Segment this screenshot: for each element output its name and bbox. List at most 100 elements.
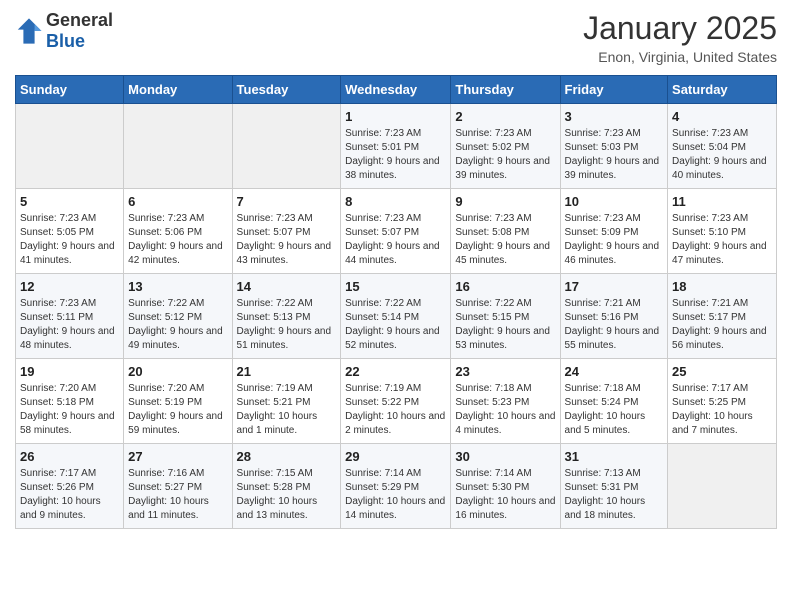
day-info: Sunrise: 7:17 AM Sunset: 5:26 PM Dayligh… — [20, 467, 119, 523]
day-info: Sunrise: 7:21 AM Sunset: 5:16 PM Dayligh… — [565, 297, 664, 353]
day-number: 11 — [672, 194, 772, 209]
day-info: Sunrise: 7:23 AM Sunset: 5:04 PM Dayligh… — [672, 127, 772, 183]
col-wednesday: Wednesday — [341, 76, 451, 104]
week-row-1: 1Sunrise: 7:23 AM Sunset: 5:01 PM Daylig… — [16, 104, 777, 189]
main-container: General Blue January 2025 Enon, Virginia… — [0, 0, 792, 539]
day-info: Sunrise: 7:17 AM Sunset: 5:25 PM Dayligh… — [672, 382, 772, 438]
day-info: Sunrise: 7:14 AM Sunset: 5:30 PM Dayligh… — [455, 467, 555, 523]
col-thursday: Thursday — [451, 76, 560, 104]
day-number: 12 — [20, 279, 119, 294]
day-info: Sunrise: 7:23 AM Sunset: 5:08 PM Dayligh… — [455, 212, 555, 268]
day-number: 14 — [237, 279, 337, 294]
calendar-cell: 22 Sunrise: 7:19 AM Sunset: 5:22 PM Dayli… — [341, 359, 451, 444]
col-monday: Monday — [124, 76, 232, 104]
calendar-cell: 2Sunrise: 7:23 AM Sunset: 5:02 PM Daylig… — [451, 104, 560, 189]
day-info: Sunrise: 7:23 AM Sunset: 5:09 PM Dayligh… — [565, 212, 664, 268]
calendar-cell: 25 Sunrise: 7:17 AM Sunset: 5:25 PM Dayli… — [668, 359, 777, 444]
day-number: 6 — [128, 194, 227, 209]
calendar-header: Sunday Monday Tuesday Wednesday Thursday… — [16, 76, 777, 104]
day-info: Sunrise: 7:22 AM Sunset: 5:15 PM Dayligh… — [455, 297, 555, 353]
calendar-cell: 15 Sunrise: 7:22 AM Sunset: 5:14 PM Dayli… — [341, 274, 451, 359]
calendar-cell: 21Sunrise: 7:19 AM Sunset: 5:21 PM Dayli… — [232, 359, 341, 444]
day-number: 10 — [565, 194, 664, 209]
calendar-cell: 29 Sunrise: 7:14 AM Sunset: 5:29 PM Dayli… — [341, 444, 451, 529]
day-number: 24 — [565, 364, 664, 379]
calendar-cell: 14Sunrise: 7:22 AM Sunset: 5:13 PM Dayli… — [232, 274, 341, 359]
calendar-cell: 6Sunrise: 7:23 AM Sunset: 5:06 PM Daylig… — [124, 189, 232, 274]
day-number: 30 — [455, 449, 555, 464]
calendar-body: 1Sunrise: 7:23 AM Sunset: 5:01 PM Daylig… — [16, 104, 777, 529]
day-number: 2 — [455, 109, 555, 124]
day-info: Sunrise: 7:20 AM Sunset: 5:18 PM Dayligh… — [20, 382, 119, 438]
day-number: 19 — [20, 364, 119, 379]
week-row-2: 5 Sunrise: 7:23 AM Sunset: 5:05 PM Daylig… — [16, 189, 777, 274]
calendar-cell: 20Sunrise: 7:20 AM Sunset: 5:19 PM Dayli… — [124, 359, 232, 444]
day-number: 15 — [345, 279, 446, 294]
day-number: 27 — [128, 449, 227, 464]
day-info: Sunrise: 7:23 AM Sunset: 5:03 PM Dayligh… — [565, 127, 664, 183]
day-info: Sunrise: 7:22 AM Sunset: 5:14 PM Dayligh… — [345, 297, 446, 353]
calendar-cell: 19 Sunrise: 7:20 AM Sunset: 5:18 PM Dayli… — [16, 359, 124, 444]
day-info: Sunrise: 7:15 AM Sunset: 5:28 PM Dayligh… — [237, 467, 337, 523]
day-info: Sunrise: 7:23 AM Sunset: 5:07 PM Dayligh… — [237, 212, 337, 268]
day-number: 29 — [345, 449, 446, 464]
day-number: 25 — [672, 364, 772, 379]
day-number: 3 — [565, 109, 664, 124]
col-friday: Friday — [560, 76, 668, 104]
calendar-cell: 30 Sunrise: 7:14 AM Sunset: 5:30 PM Dayli… — [451, 444, 560, 529]
day-number: 9 — [455, 194, 555, 209]
day-number: 31 — [565, 449, 664, 464]
calendar-cell — [232, 104, 341, 189]
calendar-cell: 4 Sunrise: 7:23 AM Sunset: 5:04 PM Daylig… — [668, 104, 777, 189]
calendar-cell: 5 Sunrise: 7:23 AM Sunset: 5:05 PM Daylig… — [16, 189, 124, 274]
logo-text: General Blue — [46, 10, 113, 52]
day-info: Sunrise: 7:21 AM Sunset: 5:17 PM Dayligh… — [672, 297, 772, 353]
day-number: 1 — [345, 109, 446, 124]
day-number: 17 — [565, 279, 664, 294]
logo-icon — [15, 17, 43, 45]
day-info: Sunrise: 7:16 AM Sunset: 5:27 PM Dayligh… — [128, 467, 227, 523]
day-info: Sunrise: 7:23 AM Sunset: 5:07 PM Dayligh… — [345, 212, 446, 268]
day-number: 26 — [20, 449, 119, 464]
calendar-cell: 1Sunrise: 7:23 AM Sunset: 5:01 PM Daylig… — [341, 104, 451, 189]
week-row-5: 26 Sunrise: 7:17 AM Sunset: 5:26 PM Dayli… — [16, 444, 777, 529]
calendar-cell — [668, 444, 777, 529]
day-info: Sunrise: 7:20 AM Sunset: 5:19 PM Dayligh… — [128, 382, 227, 438]
col-tuesday: Tuesday — [232, 76, 341, 104]
day-number: 18 — [672, 279, 772, 294]
calendar-cell: 27 Sunrise: 7:16 AM Sunset: 5:27 PM Dayli… — [124, 444, 232, 529]
day-info: Sunrise: 7:23 AM Sunset: 5:05 PM Dayligh… — [20, 212, 119, 268]
week-row-4: 19 Sunrise: 7:20 AM Sunset: 5:18 PM Dayli… — [16, 359, 777, 444]
col-sunday: Sunday — [16, 76, 124, 104]
day-number: 22 — [345, 364, 446, 379]
calendar-cell: 24Sunrise: 7:18 AM Sunset: 5:24 PM Dayli… — [560, 359, 668, 444]
day-info: Sunrise: 7:23 AM Sunset: 5:10 PM Dayligh… — [672, 212, 772, 268]
calendar-cell: 26 Sunrise: 7:17 AM Sunset: 5:26 PM Dayli… — [16, 444, 124, 529]
calendar-cell: 17 Sunrise: 7:21 AM Sunset: 5:16 PM Dayli… — [560, 274, 668, 359]
day-info: Sunrise: 7:19 AM Sunset: 5:21 PM Dayligh… — [237, 382, 337, 438]
calendar-cell: 13Sunrise: 7:22 AM Sunset: 5:12 PM Dayli… — [124, 274, 232, 359]
title-area: January 2025 Enon, Virginia, United Stat… — [583, 10, 777, 65]
logo-blue-text: Blue — [46, 31, 113, 52]
calendar-cell: 28 Sunrise: 7:15 AM Sunset: 5:28 PM Dayli… — [232, 444, 341, 529]
calendar-cell — [124, 104, 232, 189]
calendar-cell: 11 Sunrise: 7:23 AM Sunset: 5:10 PM Dayli… — [668, 189, 777, 274]
logo-general-text: General — [46, 10, 113, 31]
location: Enon, Virginia, United States — [583, 49, 777, 65]
header: General Blue January 2025 Enon, Virginia… — [15, 10, 777, 65]
day-number: 4 — [672, 109, 772, 124]
calendar-cell: 31 Sunrise: 7:13 AM Sunset: 5:31 PM Dayli… — [560, 444, 668, 529]
day-info: Sunrise: 7:22 AM Sunset: 5:12 PM Dayligh… — [128, 297, 227, 353]
week-row-3: 12Sunrise: 7:23 AM Sunset: 5:11 PM Dayli… — [16, 274, 777, 359]
day-number: 28 — [237, 449, 337, 464]
day-info: Sunrise: 7:19 AM Sunset: 5:22 PM Dayligh… — [345, 382, 446, 438]
calendar-cell: 16Sunrise: 7:22 AM Sunset: 5:15 PM Dayli… — [451, 274, 560, 359]
calendar-cell: 7Sunrise: 7:23 AM Sunset: 5:07 PM Daylig… — [232, 189, 341, 274]
day-number: 5 — [20, 194, 119, 209]
header-row: Sunday Monday Tuesday Wednesday Thursday… — [16, 76, 777, 104]
month-title: January 2025 — [583, 10, 777, 47]
day-info: Sunrise: 7:14 AM Sunset: 5:29 PM Dayligh… — [345, 467, 446, 523]
day-info: Sunrise: 7:18 AM Sunset: 5:23 PM Dayligh… — [455, 382, 555, 438]
day-info: Sunrise: 7:13 AM Sunset: 5:31 PM Dayligh… — [565, 467, 664, 523]
calendar-table: Sunday Monday Tuesday Wednesday Thursday… — [15, 75, 777, 529]
